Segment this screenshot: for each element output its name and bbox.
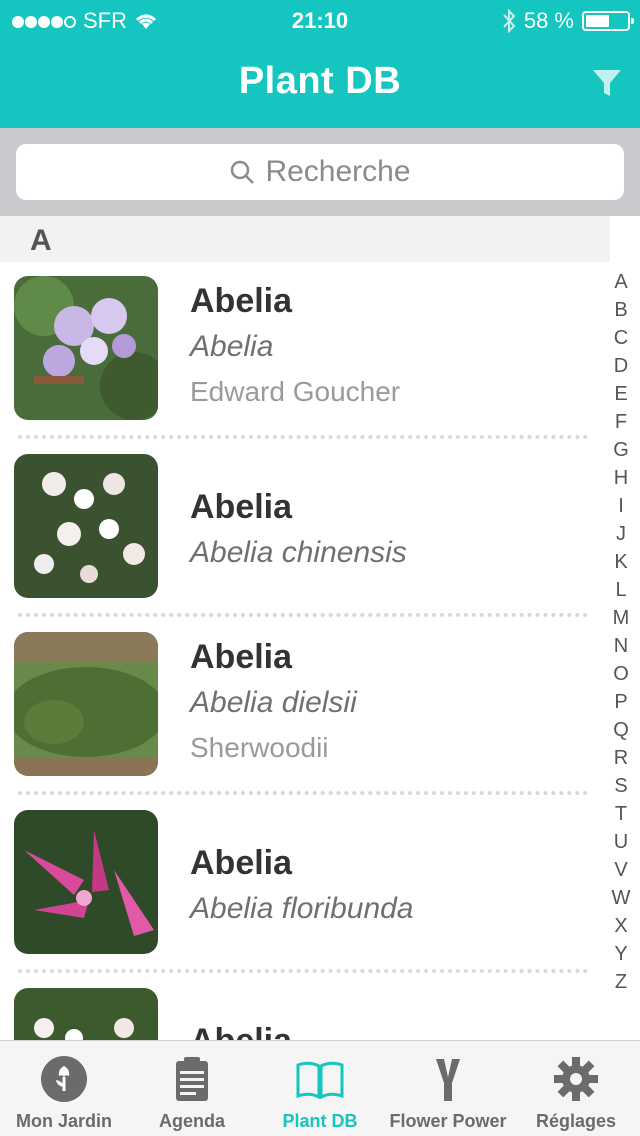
- plant-latin-name: Abelia floribunda: [190, 892, 414, 925]
- index-letter[interactable]: Y: [614, 940, 627, 968]
- plant-cultivar: Sherwoodii: [190, 732, 329, 763]
- tab-reglages[interactable]: Réglages: [512, 1041, 640, 1136]
- list-item[interactable]: Abelia Abelia Edward Goucher: [0, 276, 600, 436]
- clipboard-icon: [176, 1057, 208, 1101]
- plant-common-name: Abelia: [190, 488, 293, 526]
- index-letter[interactable]: N: [614, 632, 628, 660]
- status-right: 58 %: [502, 8, 634, 34]
- tab-label: Flower Power: [389, 1111, 507, 1131]
- search-icon: [231, 160, 255, 184]
- index-letter[interactable]: A: [614, 268, 627, 296]
- index-letter[interactable]: F: [615, 408, 627, 436]
- tab-bar: Mon Jardin Agenda Plant DB Flower Power …: [0, 1040, 640, 1136]
- page-title: Plant DB: [238, 60, 402, 102]
- plant-common-name: Abelia: [190, 282, 293, 320]
- index-letter[interactable]: M: [613, 604, 630, 632]
- nav-bar: SFR 21:10 58 % Plant DB: [0, 0, 640, 128]
- index-letter[interactable]: B: [614, 296, 627, 324]
- row-separator: [18, 435, 588, 439]
- tab-label: Réglages: [535, 1111, 617, 1131]
- index-letter[interactable]: P: [614, 688, 627, 716]
- index-letter[interactable]: S: [614, 772, 627, 800]
- plant-common-name: Abelia: [190, 1022, 292, 1040]
- row-separator: [18, 791, 588, 795]
- list-item[interactable]: Abelia Abelia chinensis: [0, 454, 600, 614]
- search-input[interactable]: Recherche: [16, 144, 624, 200]
- bluetooth-icon: [503, 9, 516, 33]
- plant-common-name: Abelia: [190, 844, 293, 882]
- index-letter[interactable]: J: [616, 520, 626, 548]
- row-separator: [18, 613, 588, 617]
- filter-icon[interactable]: [590, 66, 624, 100]
- index-letter[interactable]: T: [615, 800, 627, 828]
- plant-cultivar: Edward Goucher: [190, 376, 401, 407]
- plant-thumbnail: [14, 988, 158, 1040]
- index-letter[interactable]: Z: [615, 968, 627, 996]
- plant-thumbnail: [14, 632, 158, 776]
- plant-thumbnail: [14, 454, 158, 598]
- alphabet-index[interactable]: ABCDEFGHIJKLMNOPQRSTUVWXYZ: [608, 268, 634, 996]
- index-letter[interactable]: G: [613, 436, 629, 464]
- index-letter[interactable]: C: [614, 324, 628, 352]
- index-letter[interactable]: E: [614, 380, 627, 408]
- index-letter[interactable]: H: [614, 464, 628, 492]
- tab-label: Plant DB: [282, 1111, 358, 1131]
- index-letter[interactable]: I: [618, 492, 624, 520]
- status-bar: SFR 21:10 58 %: [0, 0, 640, 40]
- app: SFR 21:10 58 % Plant DB Recherche A Abel…: [0, 0, 640, 1136]
- book-icon: [296, 1061, 344, 1100]
- tab-flower-power[interactable]: Flower Power: [384, 1041, 512, 1136]
- section-header: A: [0, 216, 610, 262]
- index-letter[interactable]: R: [614, 744, 628, 772]
- tab-plant-db[interactable]: Plant DB: [256, 1041, 384, 1136]
- gear-icon: [554, 1057, 598, 1101]
- plant-common-name: Abelia: [190, 638, 293, 676]
- tab-mon-jardin[interactable]: Mon Jardin: [0, 1041, 128, 1136]
- index-letter[interactable]: U: [614, 828, 628, 856]
- search-placeholder: Recherche: [265, 155, 411, 188]
- tab-label: Agenda: [158, 1111, 225, 1131]
- sensor-icon: [436, 1059, 460, 1101]
- battery-icon: [582, 11, 634, 31]
- plant-thumbnail: [14, 276, 158, 420]
- index-letter[interactable]: O: [613, 660, 629, 688]
- tab-label: Mon Jardin: [15, 1111, 112, 1131]
- plant-list[interactable]: A Abelia Abelia Edward Goucher Abelia Ab…: [0, 216, 640, 1040]
- plant-thumbnail: [14, 810, 158, 954]
- plant-latin-name: Abelia chinensis: [190, 536, 407, 569]
- list-item[interactable]: Abelia: [0, 988, 600, 1040]
- index-letter[interactable]: X: [614, 912, 627, 940]
- index-letter[interactable]: W: [612, 884, 631, 912]
- index-letter[interactable]: V: [614, 856, 627, 884]
- search-bar: Recherche: [0, 128, 640, 216]
- plant-latin-name: Abelia dielsii: [190, 686, 357, 719]
- index-letter[interactable]: L: [615, 576, 626, 604]
- tab-agenda[interactable]: Agenda: [128, 1041, 256, 1136]
- list-item[interactable]: Abelia Abelia dielsii Sherwoodii: [0, 632, 600, 792]
- list-item[interactable]: Abelia Abelia floribunda: [0, 810, 600, 970]
- row-separator: [18, 969, 588, 973]
- battery-percent: 58 %: [523, 8, 574, 33]
- plant-latin-name: Abelia: [190, 330, 274, 363]
- flower-icon: [41, 1056, 87, 1102]
- index-letter[interactable]: K: [614, 548, 627, 576]
- index-letter[interactable]: Q: [613, 716, 629, 744]
- index-letter[interactable]: D: [614, 352, 628, 380]
